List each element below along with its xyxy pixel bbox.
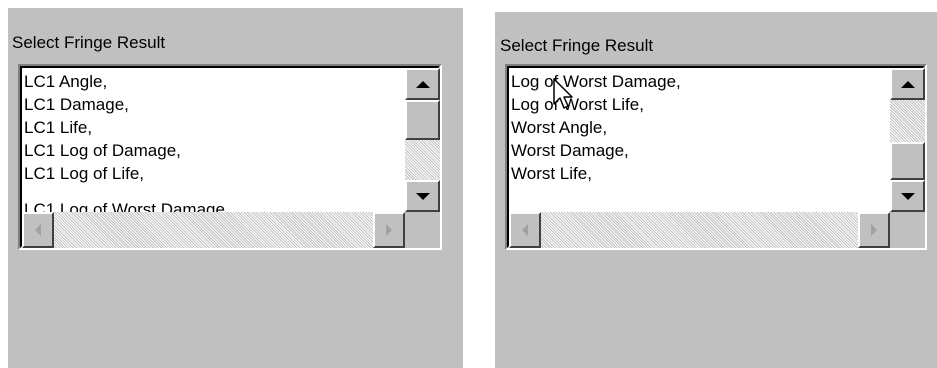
scroll-down-button[interactable]: [890, 180, 925, 212]
list-item[interactable]: LC1 Log of Life,: [24, 162, 144, 185]
list-item[interactable]: Worst Damage,: [511, 139, 629, 162]
left-arrow-icon: [35, 224, 41, 236]
vertical-scrollbar[interactable]: [405, 68, 440, 212]
horizontal-scrollbar[interactable]: [22, 212, 405, 248]
list-item[interactable]: LC1 Log of Damage,: [24, 139, 181, 162]
scroll-up-button[interactable]: [405, 68, 440, 100]
vertical-scrollbar[interactable]: [890, 68, 925, 212]
up-arrow-icon: [900, 80, 915, 88]
select-fringe-result-label: Select Fringe Result: [500, 36, 654, 55]
list-item[interactable]: Worst Angle,: [511, 116, 607, 139]
fringe-result-panel-left: Select Fringe Result LC1 Angle, LC1 Dama…: [8, 8, 463, 368]
up-arrow-icon: [415, 80, 430, 88]
down-arrow-icon: [900, 192, 915, 200]
list-area[interactable]: Log of Worst Damage, Log of Worst Life, …: [509, 68, 890, 212]
scroll-left-button[interactable]: [22, 212, 54, 248]
fringe-result-listbox[interactable]: Log of Worst Damage, Log of Worst Life, …: [505, 64, 927, 250]
fringe-result-panel-right: Select Fringe Result Log of Worst Damage…: [495, 12, 937, 368]
vertical-scroll-thumb[interactable]: [890, 142, 925, 180]
scroll-up-button[interactable]: [890, 68, 925, 100]
vertical-scroll-thumb[interactable]: [405, 100, 440, 140]
scroll-right-button[interactable]: [858, 212, 890, 248]
left-arrow-icon: [522, 224, 528, 236]
scrollbar-corner: [890, 212, 925, 248]
scroll-down-button[interactable]: [405, 180, 440, 212]
list-item[interactable]: LC1 Life,: [24, 116, 92, 139]
fringe-result-listbox[interactable]: LC1 Angle, LC1 Damage, LC1 Life, LC1 Log…: [18, 64, 442, 250]
scrollbar-corner: [405, 212, 440, 248]
right-arrow-icon: [386, 224, 392, 236]
horizontal-scrollbar[interactable]: [509, 212, 890, 248]
list-item-partial[interactable]: LC1 Log of Worst Damage,: [24, 198, 230, 212]
right-arrow-icon: [871, 224, 877, 236]
mouse-pointer-icon: [553, 78, 573, 109]
scroll-right-button[interactable]: [373, 212, 405, 248]
list-item[interactable]: Log of Worst Life,: [511, 93, 644, 116]
list-item[interactable]: Worst Life,: [511, 162, 592, 185]
list-item[interactable]: Log of Worst Damage,: [511, 70, 681, 93]
down-arrow-icon: [415, 192, 430, 200]
list-item[interactable]: LC1 Damage,: [24, 93, 129, 116]
list-item[interactable]: LC1 Angle,: [24, 70, 107, 93]
select-fringe-result-label: Select Fringe Result: [12, 33, 166, 52]
scroll-left-button[interactable]: [509, 212, 541, 248]
list-area[interactable]: LC1 Angle, LC1 Damage, LC1 Life, LC1 Log…: [22, 68, 405, 212]
